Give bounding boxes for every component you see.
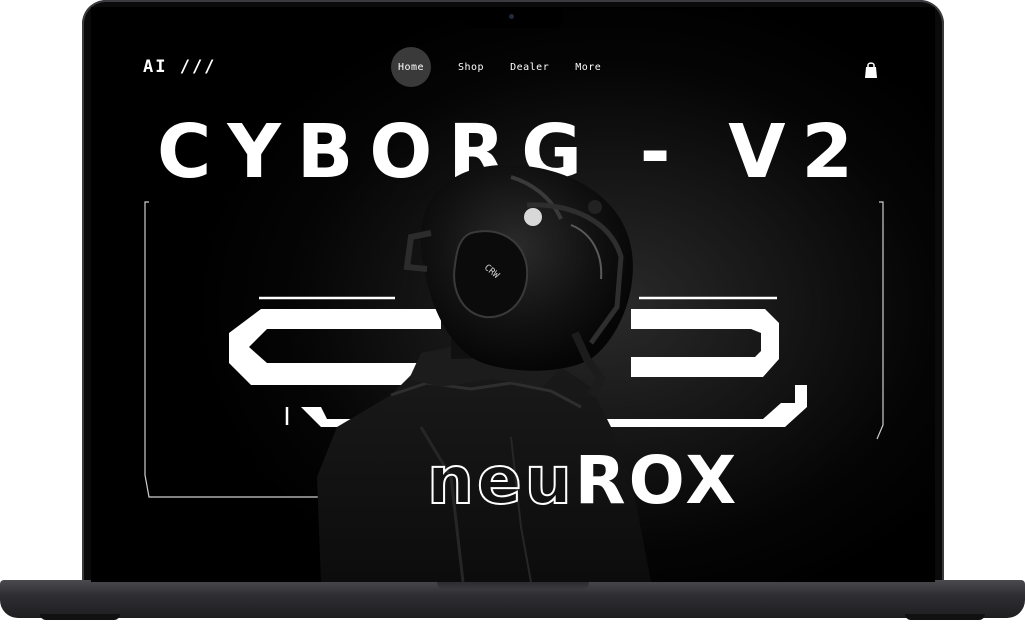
wordmark-outline: neu — [426, 442, 575, 519]
main-nav: Home Shop Dealer More — [391, 47, 614, 87]
screen: CYBORG - V2 CRW AI /// Home Shop Dealer … — [91, 7, 935, 582]
laptop-foot-right — [905, 614, 985, 620]
nav-shop[interactable]: Shop — [445, 62, 497, 73]
laptop-foot-left — [40, 614, 120, 620]
wordmark-solid: ROX — [574, 442, 740, 519]
nav-dealer[interactable]: Dealer — [497, 62, 562, 73]
nav-home[interactable]: Home — [391, 47, 431, 87]
wordmark: neuROX — [426, 447, 739, 515]
nav-more[interactable]: More — [562, 62, 614, 73]
camera-icon — [509, 14, 514, 19]
shopping-bag-icon[interactable] — [863, 61, 879, 79]
laptop-mockup: CYBORG - V2 CRW AI /// Home Shop Dealer … — [0, 0, 1025, 624]
brand-logo[interactable]: AI /// — [143, 57, 216, 77]
